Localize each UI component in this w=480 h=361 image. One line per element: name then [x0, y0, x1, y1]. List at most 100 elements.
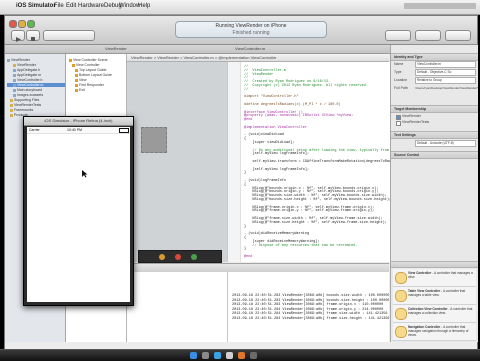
scene-object-icon: [69, 58, 72, 62]
target-membership-header[interactable]: Target Membership: [391, 105, 478, 113]
trash-icon[interactable]: [250, 352, 257, 359]
code-line: @end: [244, 255, 253, 259]
code-line: - (void)viewDidLoad: [244, 133, 284, 138]
finder-icon[interactable]: [190, 352, 197, 359]
run-button[interactable]: [11, 30, 25, 42]
jump-bar[interactable]: ViewRender > ViewRender > ViewController…: [127, 54, 389, 62]
library-item[interactable]: Navigation Controller - A controller tha…: [393, 323, 476, 341]
library-item[interactable]: Collection View Controller - A controlle…: [393, 305, 476, 323]
type-label: Type: [394, 70, 402, 74]
navigator-item-label: Frameworks: [14, 108, 34, 112]
text-settings-header[interactable]: Text Settings: [391, 131, 478, 139]
minimize-window-icon[interactable]: [18, 20, 26, 28]
outline-item[interactable]: View Controller Scene: [69, 58, 108, 62]
console-line: 2013-09-18 22:40:51.283 ViewRender[3069:…: [232, 303, 384, 308]
target-checkbox-app[interactable]: [396, 115, 401, 120]
menu-app-name[interactable]: iOS Simulator: [16, 1, 56, 11]
navigator-item[interactable]: AppDelegate.m: [7, 73, 41, 77]
folder-icon: [10, 98, 13, 102]
code-line: @end: [244, 118, 253, 123]
menu-file[interactable]: File: [54, 1, 64, 11]
file-icon: [13, 93, 16, 97]
scheme-selector[interactable]: [43, 30, 95, 41]
interface-builder-canvas[interactable]: [127, 62, 227, 262]
rotated-view[interactable]: [141, 127, 167, 153]
file-icon: [13, 88, 16, 92]
library-item[interactable]: View Controller - A controller that mana…: [393, 269, 476, 287]
zoom-window-icon[interactable]: [27, 20, 35, 28]
variables-view[interactable]: [127, 272, 228, 342]
view-toggle-buttons[interactable]: [415, 30, 441, 41]
file-icon: [13, 78, 16, 82]
code-line: @property (weak, nonatomic) IBOutlet UIV…: [244, 114, 354, 119]
code-line: // Copyright (c) 2013 Ryan Rodriguez. Al…: [244, 84, 368, 88]
target-label-app: ViewRender: [402, 114, 422, 118]
outline-item[interactable]: Exit: [75, 88, 85, 92]
navigator-item[interactable]: ViewRenderTests: [7, 103, 41, 107]
menu-hardware[interactable]: Hardware: [78, 1, 104, 11]
library-item-text: Table View Controller - A controller tha…: [408, 289, 474, 297]
organizer-button[interactable]: [445, 30, 471, 41]
navigator-item[interactable]: Frameworks: [7, 108, 33, 112]
console-output[interactable]: 2013-09-18 22:40:51.283 ViewRender[3069:…: [228, 272, 389, 342]
code-line: - (void)didReceiveMemoryWarning: [244, 232, 310, 237]
navigator-item[interactable]: AppDelegate.h: [7, 68, 40, 72]
library-item-text: Collection View Controller - A controlle…: [408, 307, 474, 315]
navigator-item[interactable]: ViewRender: [7, 58, 30, 62]
menu-edit[interactable]: Edit: [66, 1, 76, 11]
navigator-item[interactable]: ViewRender: [7, 63, 36, 67]
simulator-icon[interactable]: [226, 352, 233, 359]
location-select[interactable]: Relative to Group: [415, 77, 476, 84]
source-editor[interactable]: //// ViewController.m// ViewRender//// C…: [227, 62, 390, 262]
editor-mode-buttons[interactable]: [385, 30, 411, 41]
encoding-select[interactable]: Default - Unicode (UTF-8): [415, 140, 476, 147]
tab-project[interactable]: ViewRender: [105, 46, 127, 51]
battery-icon: [119, 128, 129, 133]
utilities-panel: Identity and Type Name ViewController.m …: [390, 45, 478, 342]
source-control-header[interactable]: Source Control: [391, 151, 478, 159]
tab-viewcontroller[interactable]: ViewController.m: [235, 46, 265, 51]
navigator-item[interactable]: Images.xcassets: [7, 93, 43, 97]
navigator-item[interactable]: ViewController.m: [7, 83, 65, 87]
outline-item[interactable]: Top Layout Guide: [75, 68, 106, 72]
code-line: NSLog(@"bounds.size.height : %f", self.m…: [244, 198, 390, 202]
library-item-text: Navigation Controller - A controller tha…: [408, 325, 474, 337]
navigator-item[interactable]: Supporting Files: [7, 98, 39, 102]
code-line: }: [244, 247, 247, 252]
system-preferences-icon[interactable]: [202, 352, 209, 359]
xcode-icon[interactable]: [214, 352, 221, 359]
name-field[interactable]: ViewController.m: [415, 61, 476, 68]
navigator-item-label: ViewRender: [11, 58, 31, 62]
exit-icon[interactable]: [191, 254, 197, 260]
type-select[interactable]: Default - Objective-C So: [415, 69, 476, 76]
view-controller-icon[interactable]: [159, 254, 165, 260]
navigator-item[interactable]: Main.storyboard: [7, 88, 42, 92]
scene-object-icon: [72, 63, 75, 67]
outline-item[interactable]: First Responder: [75, 83, 104, 87]
status-subtitle: Finished running: [232, 30, 270, 36]
outline-item-label: Top Layout Guide: [79, 68, 107, 72]
file-icon: [13, 68, 16, 72]
outline-item-label: Bottom Layout Guide: [79, 73, 112, 77]
code-line: NSLog(@"frame.origin.y : %f", self.myVie…: [244, 209, 375, 214]
menu-help[interactable]: Help: [138, 1, 150, 11]
outline-item[interactable]: View: [75, 78, 87, 82]
navigator-item[interactable]: ViewController.h: [7, 78, 42, 82]
library-item[interactable]: Table View Controller - A controller tha…: [393, 287, 476, 305]
identity-header[interactable]: Identity and Type: [391, 53, 478, 61]
library-tabs[interactable]: [391, 261, 478, 268]
ios-status-bar: Carrier 10:40 PM: [27, 127, 130, 134]
controller-icon: [395, 326, 407, 338]
first-responder-icon[interactable]: [175, 254, 181, 260]
outline-item[interactable]: View Controller: [72, 63, 100, 67]
stop-button[interactable]: [26, 30, 40, 41]
simulator-screen[interactable]: Carrier 10:40 PM: [27, 127, 130, 302]
folder-icon: [10, 108, 13, 112]
browser-icon[interactable]: [238, 352, 245, 359]
close-window-icon[interactable]: [9, 20, 17, 28]
navigator-item-label: ViewController.h: [17, 78, 43, 82]
outline-item[interactable]: Bottom Layout Guide: [75, 73, 112, 77]
play-icon: [16, 37, 21, 42]
simulator-title: iOS Simulator - iPhone Retina (4-inch): [44, 118, 113, 123]
target-checkbox-tests[interactable]: [396, 121, 401, 126]
